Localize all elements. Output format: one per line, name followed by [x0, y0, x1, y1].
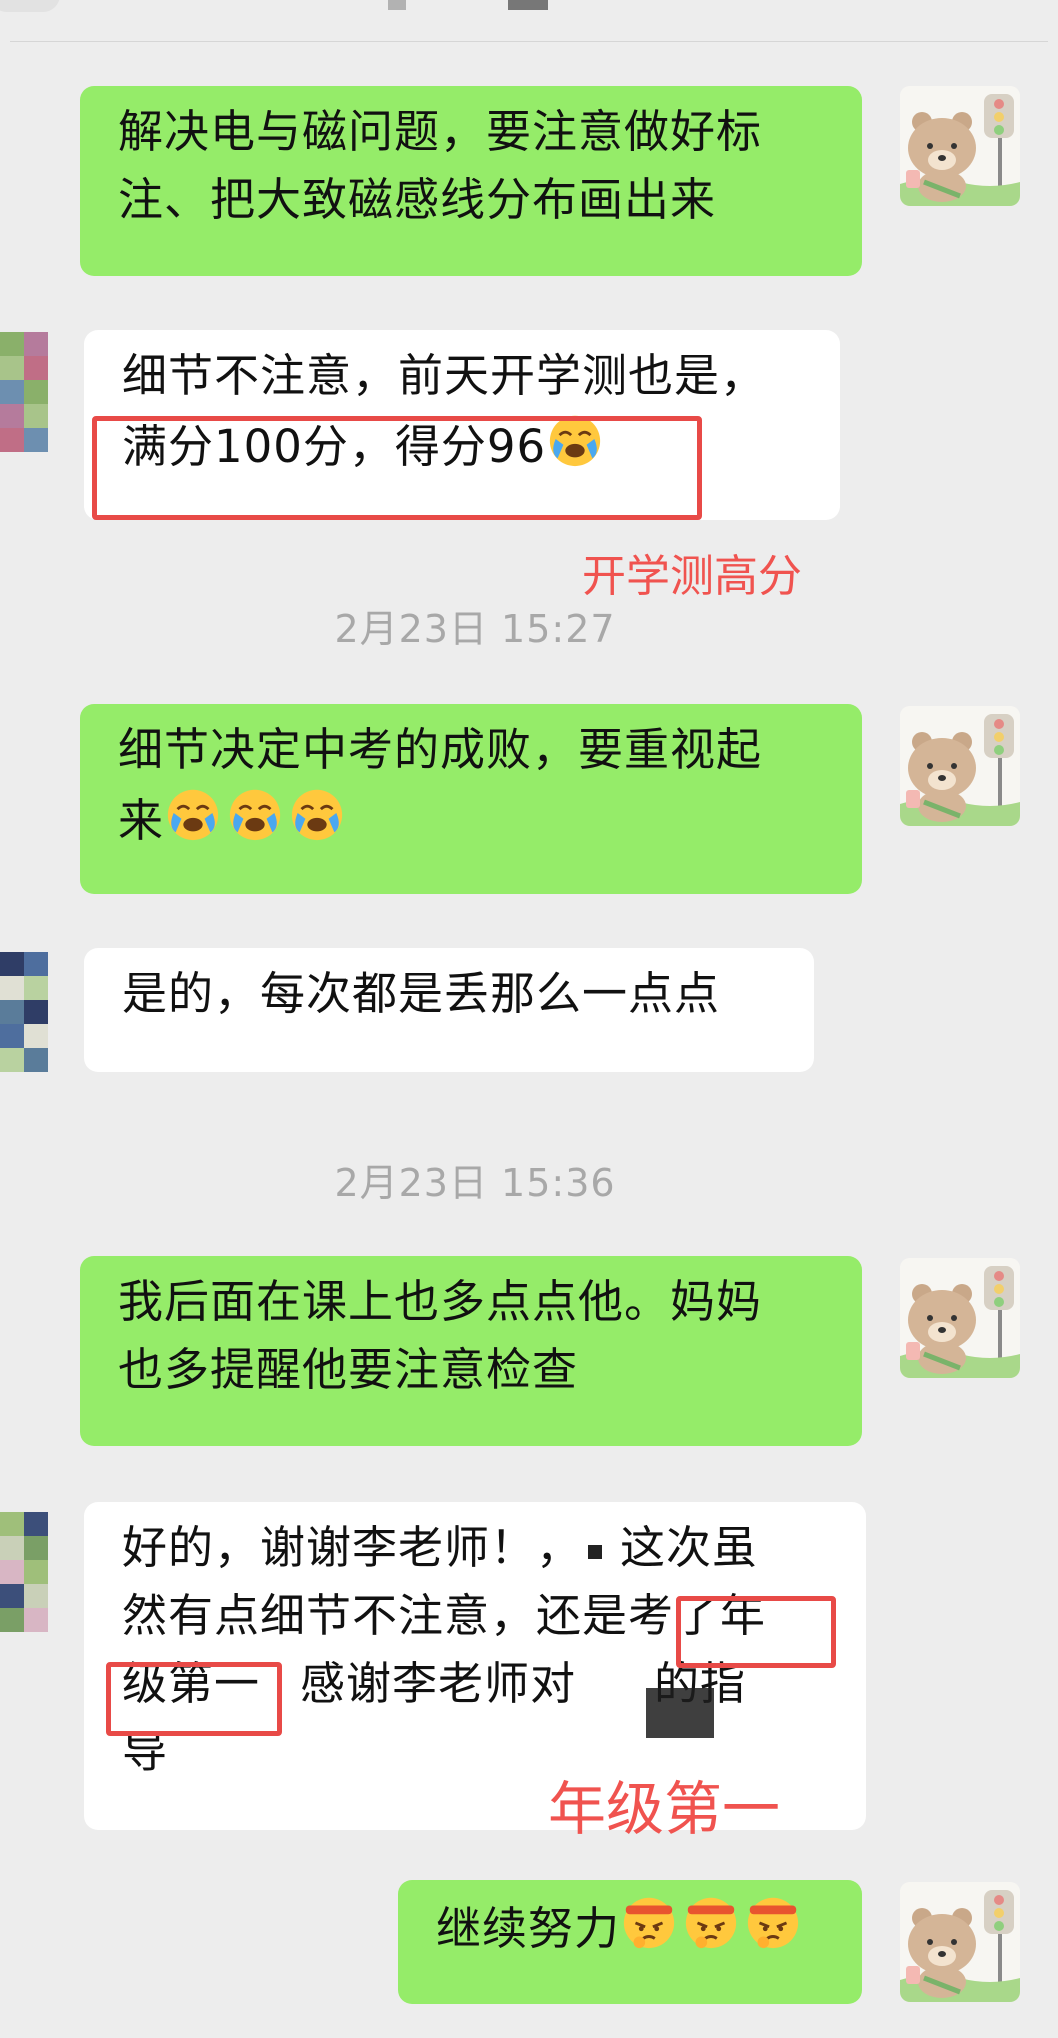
message-text: 细节决定中考的成败，要重视起 [118, 723, 763, 776]
highlight-box [106, 1662, 282, 1736]
top-divider [10, 41, 1048, 42]
highlight-box [92, 416, 702, 520]
message-bubble-received[interactable]: 是的，每次都是丢那么一点点 [84, 948, 814, 1072]
message-text: 继续努力 [436, 1902, 621, 1955]
blurred-title-part [388, 0, 406, 10]
top-bar [0, 0, 1058, 42]
message-text: 来 [118, 794, 165, 847]
highlight-box [676, 1596, 836, 1668]
teacher-avatar[interactable] [900, 1258, 1020, 1378]
message-text: 感谢李老师对 [300, 1657, 577, 1710]
message-text: 是的，每次都是丢那么一点点 [122, 967, 721, 1020]
crying-emoji-icon [226, 784, 284, 842]
message-text: 我后面在课上也多点点他。妈妈 [118, 1275, 763, 1328]
message-text: 注、把大致磁感线分布画出来 [118, 173, 717, 226]
message-bubble-sent[interactable]: 解决电与磁问题，要注意做好标 注、把大致磁感线分布画出来 [80, 86, 862, 276]
message-text: 细节不注意，前天开学测也是， [122, 349, 767, 402]
message-bubble-sent[interactable]: 继续努力 [398, 1880, 862, 2004]
parent-avatar[interactable] [0, 1512, 48, 1632]
message-text: 解决电与磁问题，要注意做好标 [118, 105, 763, 158]
teacher-avatar[interactable] [900, 86, 1020, 206]
crying-emoji-icon [164, 784, 222, 842]
message-bubble-sent[interactable]: 细节决定中考的成败，要重视起 来 [80, 704, 862, 894]
back-pill[interactable] [0, 0, 60, 12]
blurred-title-part [508, 0, 548, 10]
parent-avatar[interactable] [0, 952, 48, 1072]
redacted-name [646, 1688, 714, 1738]
headband-emoji-icon [744, 1892, 802, 1950]
message-text: 好的，谢谢李老师！， [122, 1521, 583, 1574]
timestamp: 2月23日 15:36 [334, 1161, 616, 1205]
crying-emoji-icon [288, 784, 346, 842]
teacher-avatar[interactable] [900, 706, 1020, 826]
annotation-note: 开学测高分 [582, 551, 802, 602]
message-text: 这次虽 [620, 1521, 759, 1574]
message-text: 也多提醒他要注意检查 [118, 1343, 579, 1396]
headband-emoji-icon [620, 1892, 678, 1950]
annotation-note: 年级第一 [548, 1775, 781, 1843]
headband-emoji-icon [682, 1892, 740, 1950]
message-bubble-sent[interactable]: 我后面在课上也多点点他。妈妈 也多提醒他要注意检查 [80, 1256, 862, 1446]
parent-avatar[interactable] [0, 332, 48, 452]
redacted-mark [588, 1545, 603, 1559]
timestamp: 2月23日 15:27 [334, 607, 616, 651]
teacher-avatar[interactable] [900, 1882, 1020, 2002]
